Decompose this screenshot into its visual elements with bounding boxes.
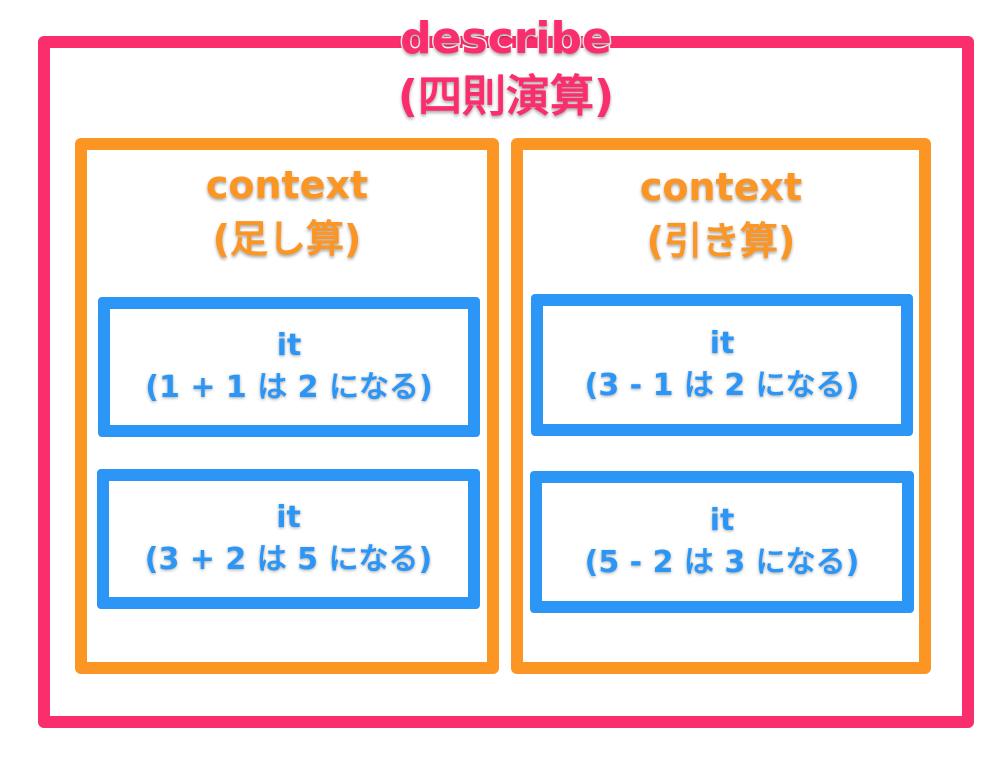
it-keyword: it bbox=[276, 327, 303, 364]
context-subtitle: (引き算) bbox=[645, 218, 797, 265]
describe-subtitle: (四則演算) bbox=[396, 70, 615, 124]
it-description: (5 - 2 は 3 になる) bbox=[584, 544, 861, 581]
it-keyword: it bbox=[709, 502, 736, 539]
describe-keyword: describe bbox=[399, 12, 614, 66]
it-description: (1 + 1 は 2 になる) bbox=[144, 369, 433, 406]
it-block: it (5 - 2 は 3 になる) bbox=[530, 471, 914, 613]
it-keyword: it bbox=[709, 325, 736, 362]
it-description: (3 + 2 は 5 になる) bbox=[144, 541, 433, 578]
it-block: it (3 + 2 は 5 になる) bbox=[97, 469, 480, 609]
context-keyword: context bbox=[204, 162, 369, 209]
describe-title: describe (四則演算) bbox=[38, 10, 974, 126]
context-title-subtraction: context (引き算) bbox=[523, 160, 919, 268]
it-description: (3 - 1 は 2 になる) bbox=[584, 367, 861, 404]
it-keyword: it bbox=[275, 499, 302, 536]
it-block: it (1 + 1 は 2 になる) bbox=[98, 297, 480, 437]
context-subtitle: (足し算) bbox=[211, 216, 363, 263]
context-keyword: context bbox=[638, 164, 803, 211]
context-title-addition: context (足し算) bbox=[87, 158, 487, 266]
it-block: it (3 - 1 は 2 になる) bbox=[531, 294, 913, 436]
